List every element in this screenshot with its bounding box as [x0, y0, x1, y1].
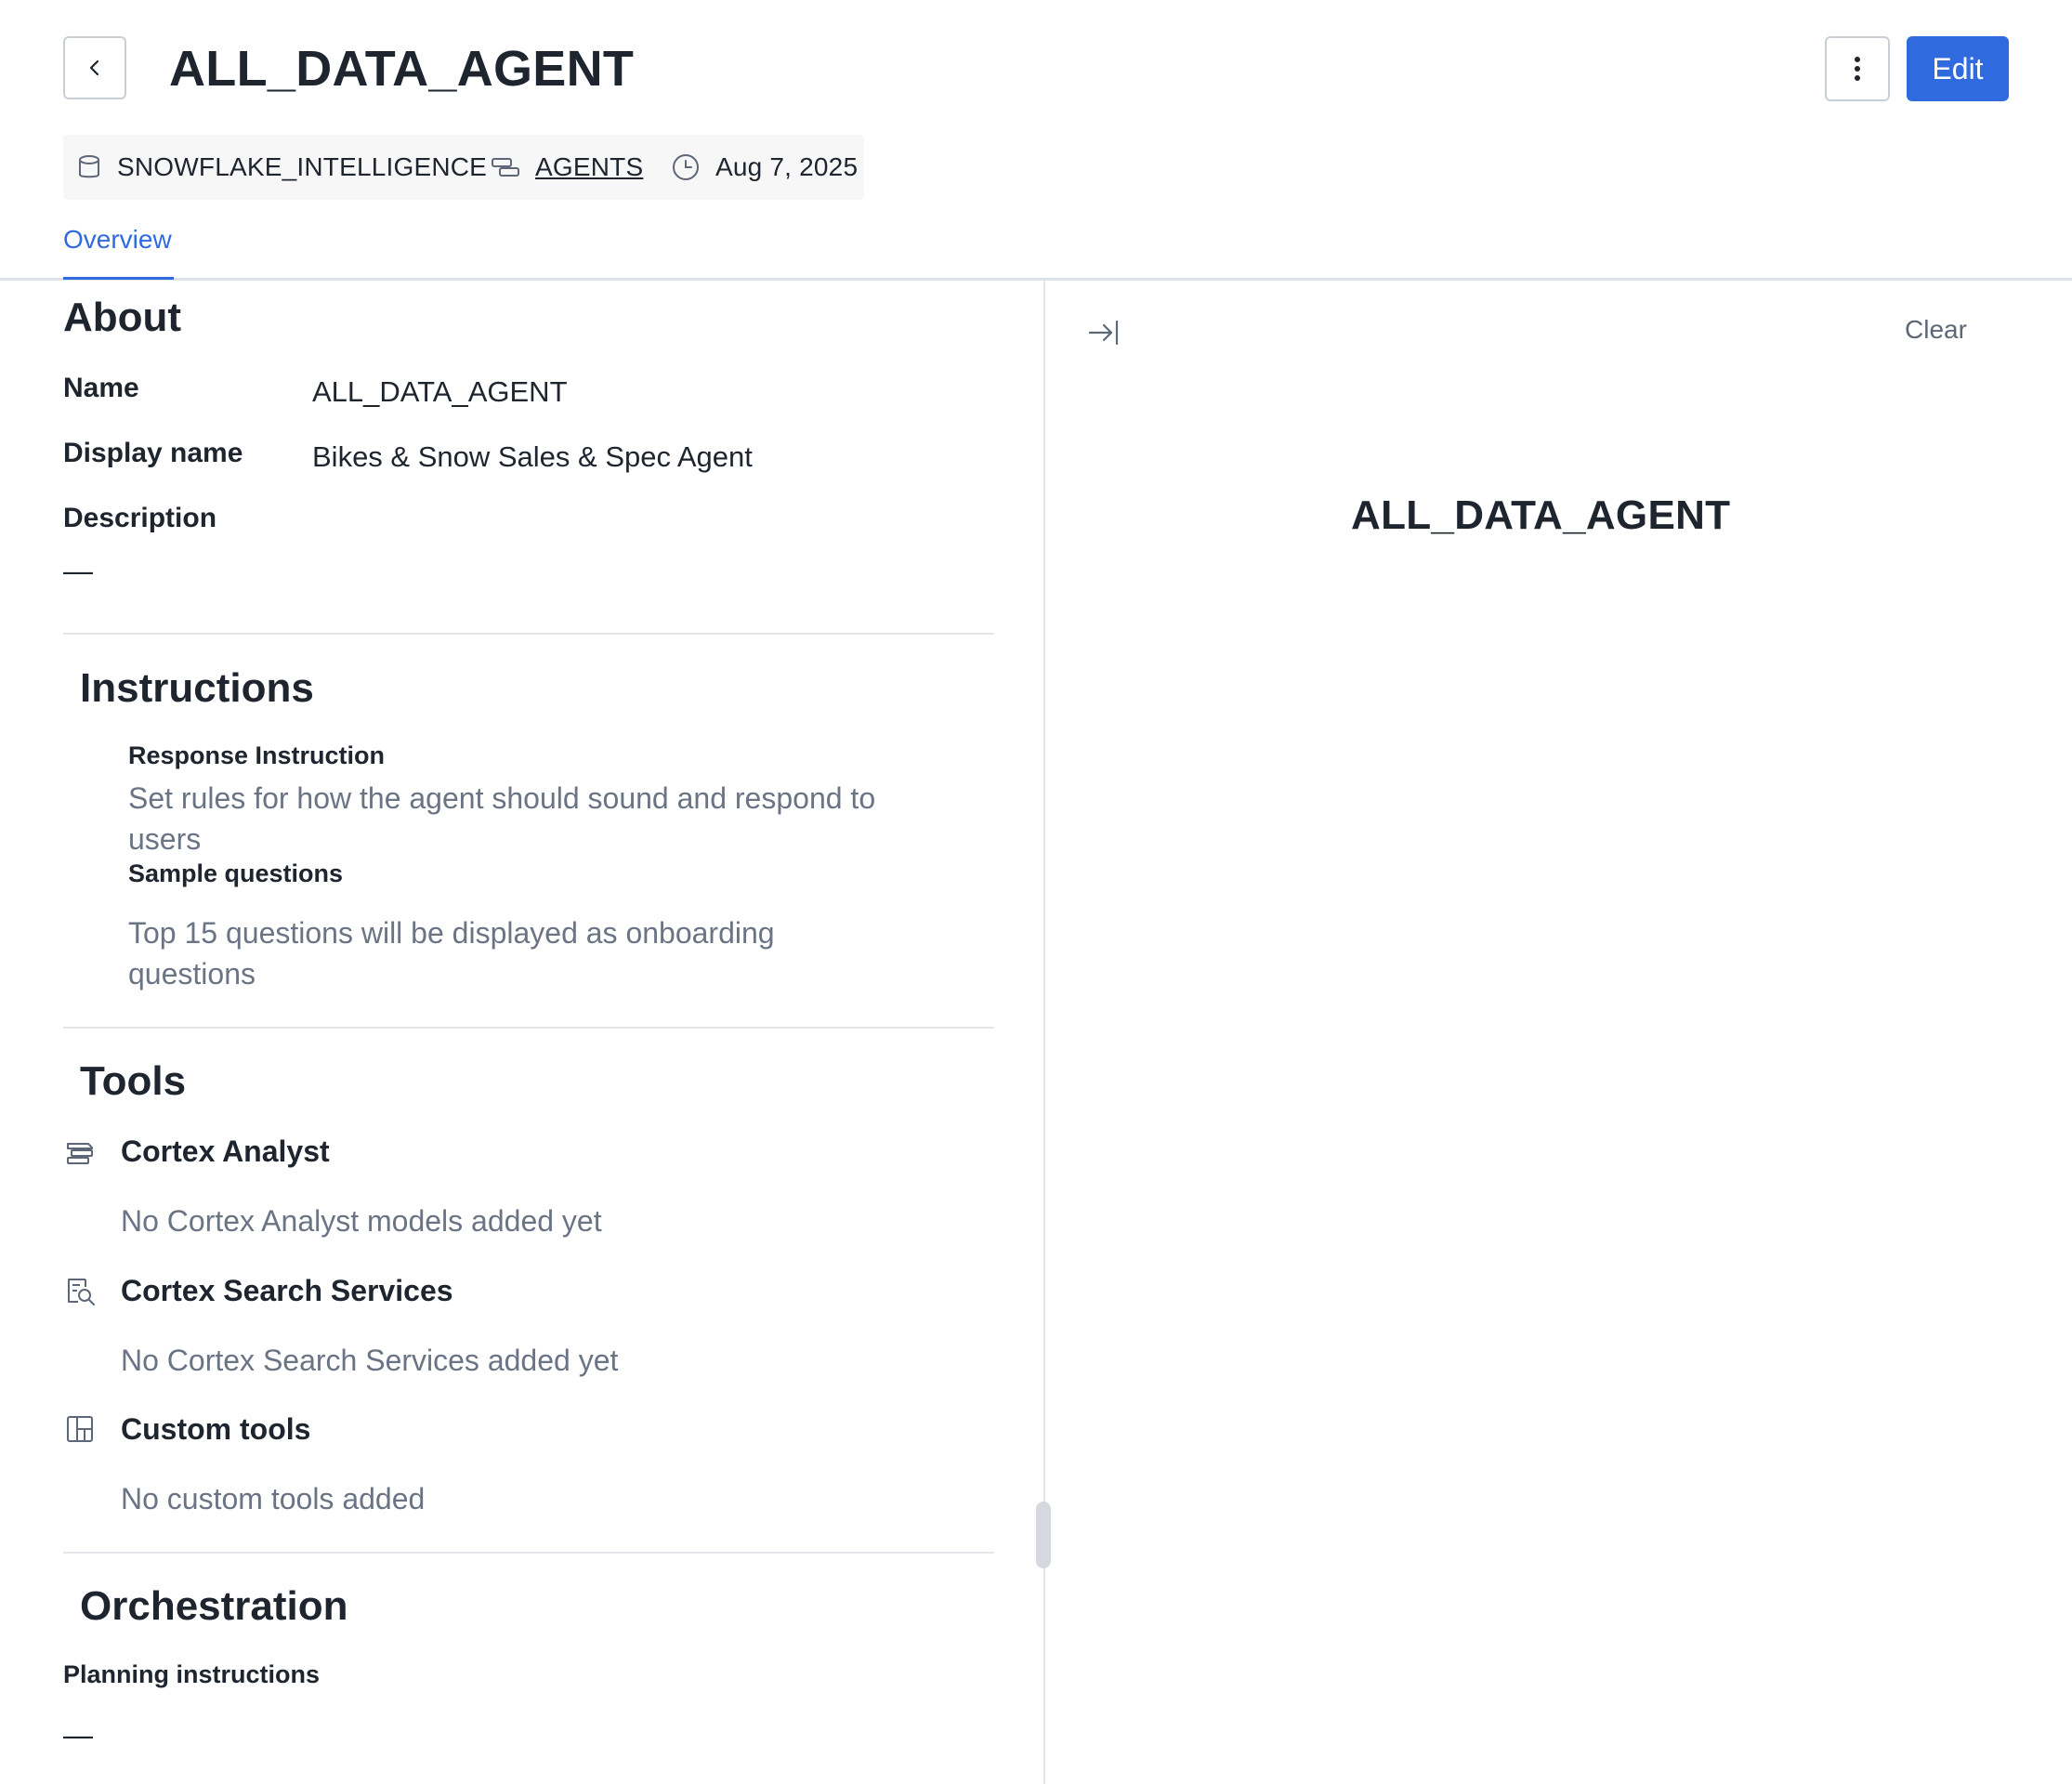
search-document-icon — [65, 1276, 97, 1307]
database-name: SNOWFLAKE_INTELLIGENCE — [117, 152, 488, 181]
display-name-label: Display name — [63, 438, 243, 468]
resize-handle[interactable] — [1036, 1502, 1051, 1568]
edit-button[interactable]: Edit — [1907, 36, 2009, 101]
breadcrumb: SNOWFLAKE_INTELLIGENCE AGENTS Aug 7, 202… — [63, 135, 864, 200]
page-title: ALL_DATA_AGENT — [169, 41, 635, 97]
section-divider — [63, 1027, 994, 1029]
planning-instructions-value: — — [63, 1718, 93, 1751]
more-options-button[interactable] — [1825, 36, 1890, 101]
response-instruction-text-line2: users — [128, 822, 202, 856]
tab-active-indicator — [63, 277, 174, 280]
about-heading: About — [63, 295, 182, 340]
date-crumb: Aug 7, 2025 — [671, 135, 858, 200]
chevron-left-icon — [85, 58, 105, 78]
description-value: — — [63, 554, 93, 587]
tools-heading: Tools — [80, 1058, 187, 1104]
collapse-panel-button[interactable] — [1085, 314, 1122, 351]
section-divider — [63, 633, 994, 635]
tool-empty-cortex-search: No Cortex Search Services added yet — [121, 1344, 619, 1377]
tabs-divider — [0, 278, 2072, 281]
response-instruction-label: Response Instruction — [128, 741, 386, 769]
semantic-model-icon — [65, 1137, 95, 1167]
database-crumb: SNOWFLAKE_INTELLIGENCE — [76, 135, 487, 200]
tool-empty-cortex-analyst: No Cortex Analyst models added yet — [121, 1204, 602, 1238]
schema-link[interactable]: AGENTS — [535, 152, 643, 182]
schema-icon — [491, 154, 520, 180]
clear-button[interactable]: Clear — [1905, 311, 1967, 348]
sample-questions-text-line2: questions — [128, 957, 256, 990]
clock-icon — [671, 152, 701, 182]
created-date: Aug 7, 2025 — [715, 152, 859, 181]
back-button[interactable] — [63, 36, 126, 99]
sample-questions-label: Sample questions — [128, 859, 344, 887]
database-icon — [76, 153, 102, 181]
tool-empty-custom-tools: No custom tools added — [121, 1482, 426, 1515]
tool-title-cortex-search: Cortex Search Services — [121, 1274, 453, 1307]
tool-title-cortex-analyst: Cortex Analyst — [121, 1135, 330, 1168]
schema-crumb[interactable]: AGENTS — [491, 135, 643, 200]
tab-overview[interactable]: Overview — [63, 221, 172, 258]
name-label: Name — [63, 373, 139, 403]
grid-icon — [65, 1414, 95, 1444]
section-divider — [63, 1552, 994, 1554]
agent-preview-title: ALL_DATA_AGENT — [1351, 492, 1731, 538]
tool-title-custom-tools: Custom tools — [121, 1412, 311, 1446]
response-instruction-text-line1: Set rules for how the agent should sound… — [128, 781, 876, 815]
more-vertical-icon — [1854, 56, 1861, 82]
planning-instructions-label: Planning instructions — [63, 1660, 321, 1688]
instructions-heading: Instructions — [80, 665, 314, 711]
name-value: ALL_DATA_AGENT — [312, 375, 568, 408]
display-name-value: Bikes & Snow Sales & Spec Agent — [312, 440, 753, 473]
sample-questions-text-line1: Top 15 questions will be displayed as on… — [128, 916, 775, 950]
collapse-right-icon — [1085, 314, 1122, 351]
description-label: Description — [63, 503, 217, 533]
orchestration-heading: Orchestration — [80, 1583, 348, 1629]
